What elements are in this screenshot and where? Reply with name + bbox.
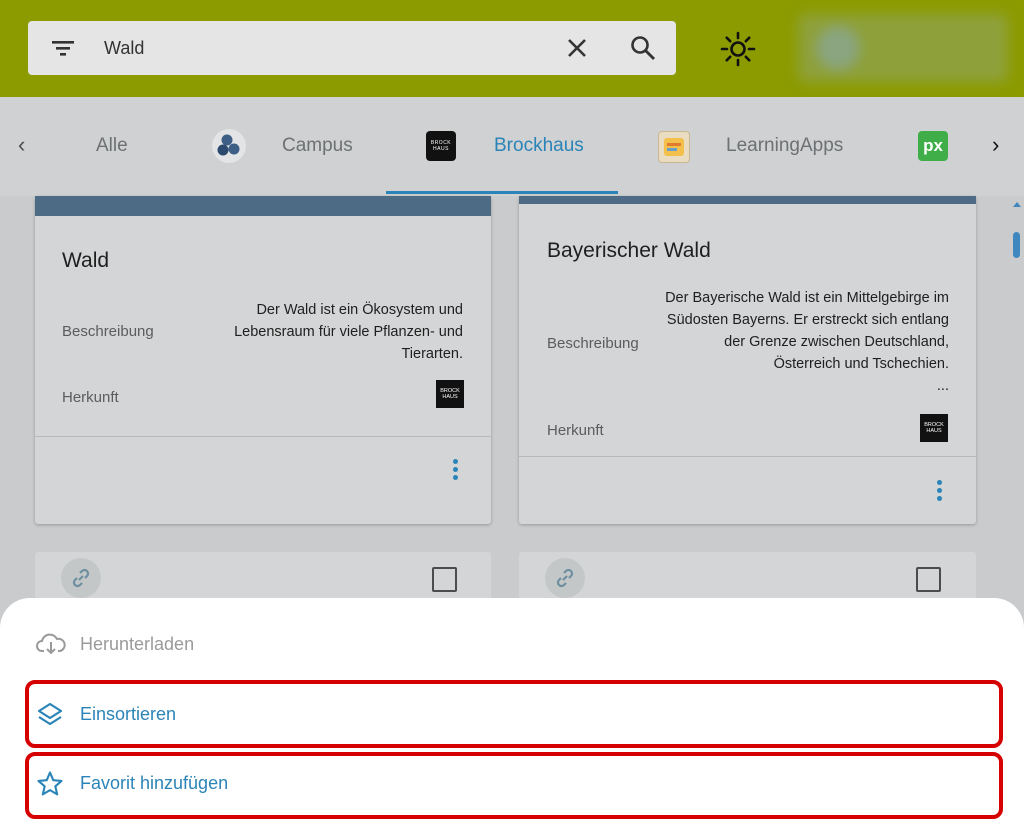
tab-campus[interactable]: Campus (282, 135, 353, 157)
tab-brockhaus[interactable]: Brockhaus (494, 135, 584, 157)
top-app-bar: Wald (0, 0, 1024, 97)
link-icon (545, 558, 585, 598)
learningapps-logo-icon (658, 131, 690, 163)
highlight-box (25, 752, 1003, 819)
result-card[interactable]: Bayerischer Wald Beschreibung Der Bayeri… (519, 196, 976, 524)
search-bar[interactable]: Wald (28, 21, 676, 75)
select-checkbox[interactable] (916, 567, 941, 592)
origin-label: Herkunft (547, 422, 604, 439)
user-profile[interactable] (798, 14, 1008, 82)
card-title: Wald (62, 249, 110, 272)
brockhaus-logo-icon: BROCK HAUS (426, 131, 456, 161)
description-label: Beschreibung (547, 335, 639, 352)
clear-icon[interactable] (564, 35, 590, 61)
select-checkbox[interactable] (432, 567, 457, 592)
source-tabs: ‹ Alle Campus BROCK HAUS Brockhaus Learni… (0, 97, 1024, 196)
cloud-download-icon (36, 633, 66, 655)
avatar (816, 26, 860, 70)
theme-toggle-icon[interactable] (720, 31, 756, 67)
active-tab-indicator (386, 191, 618, 194)
campus-logo-icon (212, 129, 246, 163)
action-bottom-sheet: Herunterladen Einsortieren Favorit hinzu… (0, 598, 1024, 828)
download-label: Herunterladen (80, 634, 195, 654)
download-menu-item[interactable]: Herunterladen (0, 614, 1024, 674)
scrollbar-thumb[interactable] (1013, 232, 1020, 258)
description-text: Der Bayerische Wald ist ein Mittelgebirg… (665, 290, 949, 372)
link-icon (61, 558, 101, 598)
tabs-scroll-left-icon[interactable]: ‹ (18, 132, 25, 158)
tab-learningapps[interactable]: LearningApps (726, 135, 843, 157)
highlight-box (25, 680, 1003, 748)
card-header-band (519, 196, 976, 204)
card-divider (519, 456, 976, 457)
card-divider (35, 436, 491, 437)
scroll-up-icon[interactable] (1012, 200, 1022, 208)
px-logo-icon[interactable]: px (918, 131, 948, 161)
more-options-icon[interactable] (453, 459, 459, 483)
description-text: Der Wald ist ein Ökosystem und Lebensrau… (234, 302, 463, 362)
card-header-band (35, 196, 491, 216)
brockhaus-logo-icon: BROCK HAUS (436, 380, 464, 408)
result-card[interactable]: Wald Beschreibung Der Wald ist ein Ökosy… (35, 196, 491, 524)
description-label: Beschreibung (62, 323, 154, 340)
filter-icon[interactable] (50, 36, 76, 60)
tabs-scroll-right-icon[interactable]: › (992, 132, 999, 158)
description-ellipsis: ... (936, 378, 949, 394)
brockhaus-logo-icon: BROCK HAUS (920, 414, 948, 442)
search-icon[interactable] (629, 34, 657, 62)
card-title: Bayerischer Wald (547, 239, 711, 262)
more-options-icon[interactable] (937, 480, 943, 504)
origin-label: Herkunft (62, 389, 119, 406)
search-input[interactable]: Wald (104, 38, 144, 59)
tab-alle[interactable]: Alle (96, 135, 128, 157)
